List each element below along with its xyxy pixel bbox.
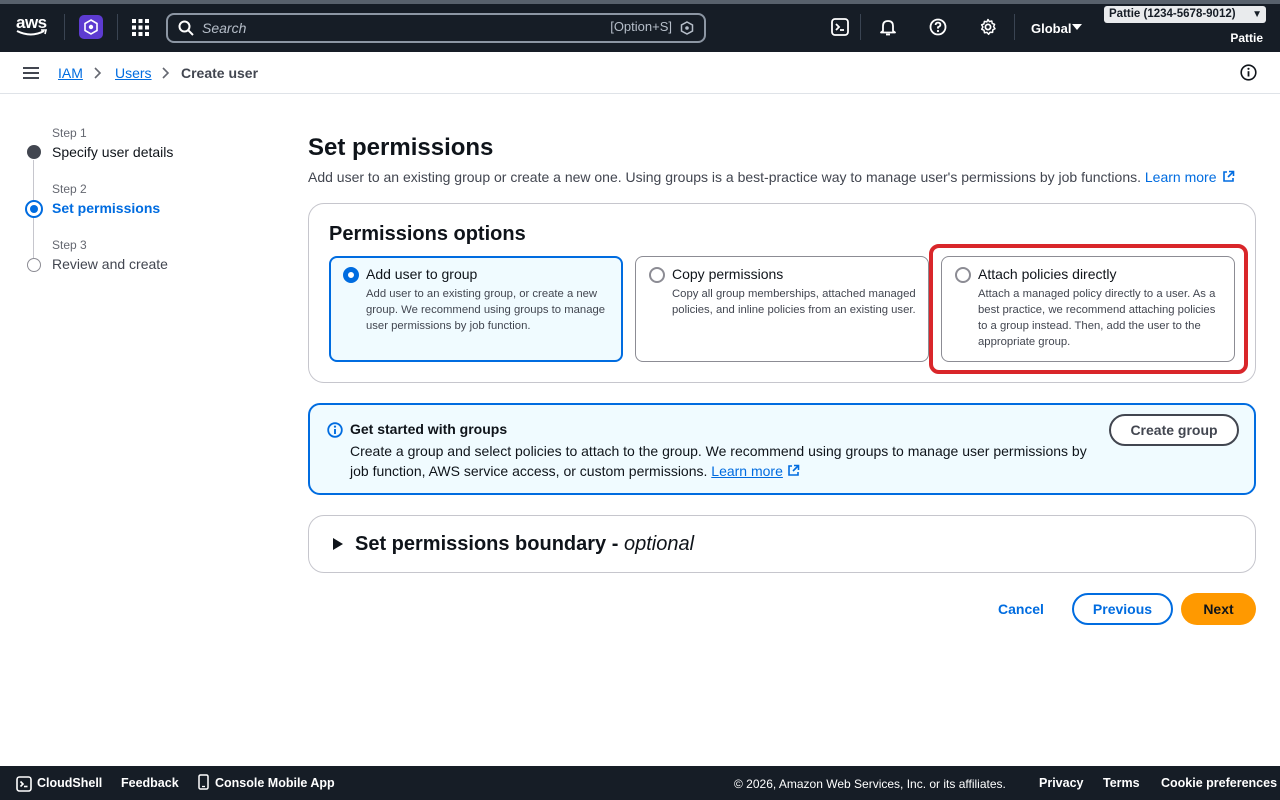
permissions-boundary-expander[interactable]: Set permissions boundary - optional [308, 515, 1256, 573]
step-3-number: Step 3 [52, 238, 87, 252]
step-1-label[interactable]: Specify user details [52, 144, 173, 160]
top-navigation: aws [Option+S] [0, 0, 1280, 52]
cloudshell-icon[interactable] [831, 18, 849, 36]
aws-smile-icon [16, 29, 48, 36]
cloudshell-icon[interactable] [16, 776, 32, 792]
caret-down-icon: ▼ [1252, 9, 1262, 20]
service-badge-icon[interactable] [79, 15, 103, 39]
services-grid-icon[interactable] [132, 19, 149, 36]
breadcrumb-users[interactable]: Users [115, 65, 152, 81]
cloudshell-link[interactable]: CloudShell [37, 776, 102, 790]
description-text: Add user to an existing group or create … [308, 169, 1141, 185]
breadcrumb-iam[interactable]: IAM [58, 65, 83, 81]
feedback-link[interactable]: Feedback [121, 776, 179, 790]
optional-label: optional [623, 533, 695, 555]
info-icon [327, 422, 343, 438]
mobile-app-link[interactable]: Console Mobile App [215, 776, 335, 790]
search-box[interactable]: [Option+S] [166, 13, 706, 43]
learn-more-link[interactable]: Learn more [1145, 169, 1235, 185]
step-2-number: Step 2 [52, 182, 87, 196]
breadcrumb-bar: IAM Users Create user [0, 52, 1280, 94]
menu-icon[interactable] [23, 66, 39, 80]
search-input[interactable] [202, 18, 582, 38]
info-icon[interactable] [1240, 64, 1257, 81]
external-link-icon [1223, 170, 1235, 182]
step-complete-icon [27, 145, 41, 159]
boundary-title[interactable]: Set permissions boundary - optional [355, 533, 694, 556]
search-shortcut: [Option+S] [610, 19, 672, 34]
highlight-annotation [929, 244, 1248, 374]
username: Pattie [1230, 31, 1263, 45]
external-link-icon [787, 464, 800, 476]
bell-icon[interactable] [879, 18, 897, 36]
privacy-link[interactable]: Privacy [1039, 776, 1083, 790]
step-3-label: Review and create [52, 256, 168, 272]
cancel-button[interactable]: Cancel [998, 601, 1044, 617]
chevron-right-icon [94, 67, 102, 79]
learn-more-link[interactable]: Learn more [711, 463, 783, 479]
caret-right-icon[interactable] [333, 538, 343, 550]
chevron-right-icon [162, 67, 170, 79]
page-description: Add user to an existing group or create … [308, 169, 1235, 185]
panel-title: Permissions options [329, 223, 526, 245]
help-icon[interactable] [929, 18, 947, 36]
region-selector[interactable]: Global [1031, 21, 1071, 36]
previous-button[interactable]: Previous [1072, 593, 1173, 625]
option-description: Add user to an existing group, or create… [366, 288, 606, 332]
account-menu[interactable]: Pattie (1234-5678-9012) ▼ [1104, 6, 1266, 23]
copyright: © 2026, Amazon Web Services, Inc. or its… [734, 777, 1006, 791]
step-2-label: Set permissions [52, 200, 161, 216]
gear-icon[interactable] [979, 18, 997, 36]
option-description: Copy all group memberships, attached man… [672, 288, 916, 316]
radio-unselected[interactable] [649, 267, 665, 283]
step-connector [33, 216, 34, 258]
info-body: Create a group and select policies to at… [350, 441, 1090, 481]
option-title: Add user to group [366, 266, 478, 282]
cookie-preferences-link[interactable]: Cookie preferences [1161, 776, 1277, 790]
step-connector [33, 160, 34, 202]
breadcrumb-create-user: Create user [181, 65, 259, 81]
step-1-number: Step 1 [52, 126, 87, 140]
info-title: Get started with groups [350, 421, 508, 437]
nav-divider [64, 14, 65, 40]
search-icon [178, 20, 194, 36]
step-pending-icon [27, 258, 41, 272]
mobile-phone-icon [198, 774, 209, 790]
info-alert: Get started with groups Create a group a… [308, 403, 1256, 495]
footer: CloudShell Feedback Console Mobile App ©… [0, 766, 1280, 800]
option-add-user-to-group[interactable]: Add user to group Add user to an existin… [329, 256, 623, 362]
option-copy-permissions[interactable]: Copy permissions Copy all group membersh… [635, 256, 929, 362]
account-label: Pattie (1234-5678-9012) [1109, 8, 1236, 20]
nav-divider [117, 14, 118, 40]
step-current-icon [25, 200, 43, 218]
account-color-strip [0, 0, 1280, 4]
next-button[interactable]: Next [1181, 593, 1256, 625]
create-group-button[interactable]: Create group [1109, 414, 1239, 446]
nav-divider [1014, 14, 1015, 40]
radio-selected[interactable] [343, 267, 359, 283]
option-title: Copy permissions [672, 266, 784, 282]
terms-link[interactable]: Terms [1103, 776, 1140, 790]
aws-logo[interactable]: aws [16, 14, 50, 40]
nav-divider [860, 14, 861, 40]
amazon-q-icon [680, 21, 694, 35]
caret-down-icon[interactable] [1072, 24, 1082, 31]
page-title: Set permissions [308, 134, 494, 161]
